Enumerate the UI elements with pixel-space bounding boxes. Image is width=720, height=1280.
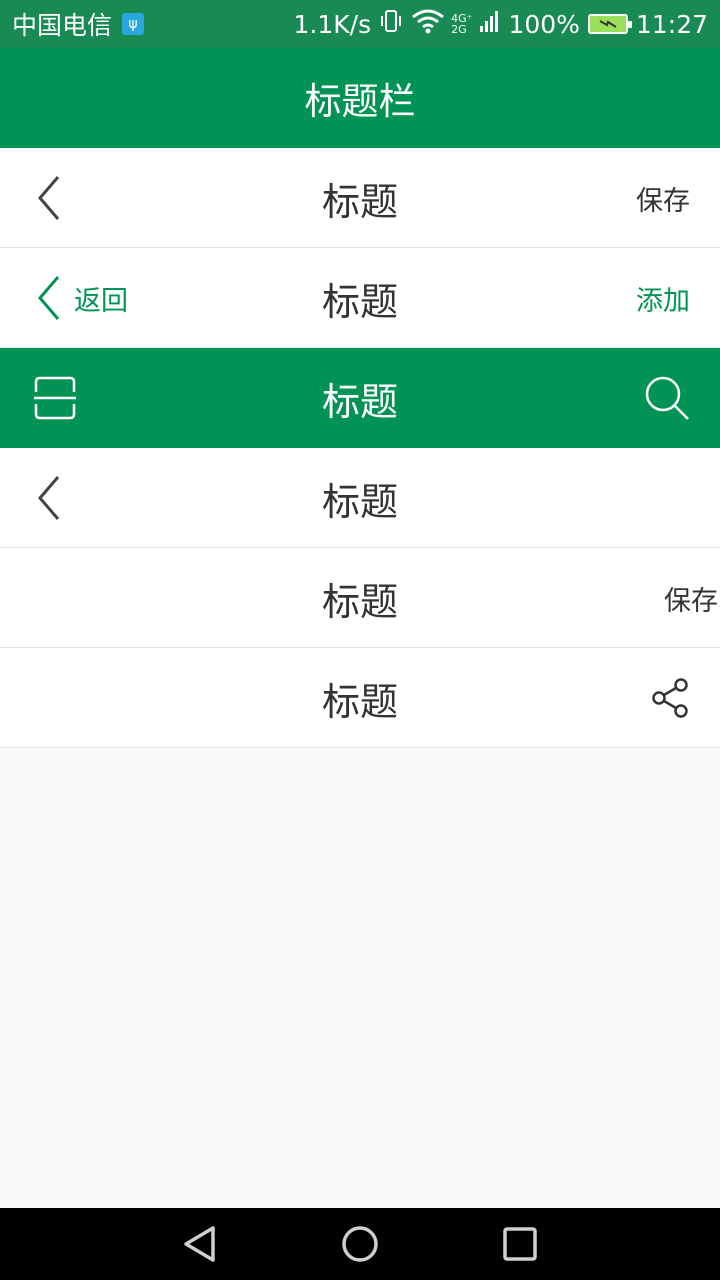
titlebar-back-add: 返回 标题 添加 [0, 248, 720, 348]
row-title-text: 标题 [321, 279, 398, 324]
search-icon [645, 376, 689, 420]
wifi-icon [411, 8, 445, 40]
row-title-text: 标题 [321, 379, 398, 424]
square-recent-icon [503, 1227, 537, 1261]
signal-icon [480, 8, 500, 40]
row-title: 标题 [0, 148, 720, 248]
titlebar-back-save: 标题 保存 [0, 148, 720, 248]
row-title-text: 标题 [321, 679, 398, 724]
clock: 11:27 [635, 9, 708, 39]
title-bar-title: 标题栏 [304, 80, 416, 123]
network-type-bottom: 2G [451, 23, 467, 36]
add-button[interactable]: 添加 [636, 248, 690, 348]
circle-home-icon [342, 1226, 378, 1262]
titlebar-save-only: 标题 保存 [0, 548, 720, 648]
row-title-text: 标题 [321, 179, 398, 224]
triangle-back-icon [184, 1226, 215, 1262]
status-right: 1.1K/s 4G⁺ 2G 100% 11:27 [286, 0, 708, 48]
share-button[interactable] [650, 648, 690, 748]
row-title: 标题 [0, 448, 720, 548]
titlebar-scan-search: 标题 [0, 348, 720, 448]
row-title-text: 标题 [321, 479, 398, 524]
network-type: 4G⁺ 2G [451, 13, 472, 35]
row-title: 标题 [0, 548, 720, 648]
share-icon [652, 678, 688, 718]
usb-icon: ψ [122, 13, 145, 35]
nav-recent-button[interactable] [500, 1224, 540, 1264]
row-title: 标题 [0, 348, 720, 448]
nav-back-button[interactable] [180, 1224, 220, 1264]
add-label: 添加 [636, 285, 690, 317]
battery-percent: 100% [508, 9, 580, 39]
row-title: 标题 [0, 248, 720, 348]
app-screen: 中国电信 ψ 1.1K/s 4G⁺ 2G 100% 11:27 标题栏 标题 保… [0, 0, 720, 1280]
save-label: 保存 [636, 185, 690, 217]
search-button[interactable] [644, 348, 690, 448]
row-title: 标题 [0, 648, 720, 748]
save-label: 保存 [664, 585, 718, 617]
save-button[interactable]: 保存 [636, 148, 690, 248]
titlebar-back-only: 标题 [0, 448, 720, 548]
vibrate-icon [379, 8, 403, 40]
battery-icon [587, 14, 632, 34]
navigation-bar [0, 1208, 720, 1280]
carrier-label: 中国电信 [12, 11, 113, 40]
status-bar: 中国电信 ψ 1.1K/s 4G⁺ 2G 100% 11:27 [0, 0, 720, 48]
title-bar: 标题栏 [0, 48, 720, 148]
nav-home-button[interactable] [340, 1224, 380, 1264]
save-button[interactable]: 保存 [664, 548, 718, 648]
status-left: 中国电信 ψ [12, 0, 145, 48]
network-speed: 1.1K/s [293, 9, 372, 39]
titlebar-share: 标题 [0, 648, 720, 748]
row-title-text: 标题 [321, 579, 398, 624]
